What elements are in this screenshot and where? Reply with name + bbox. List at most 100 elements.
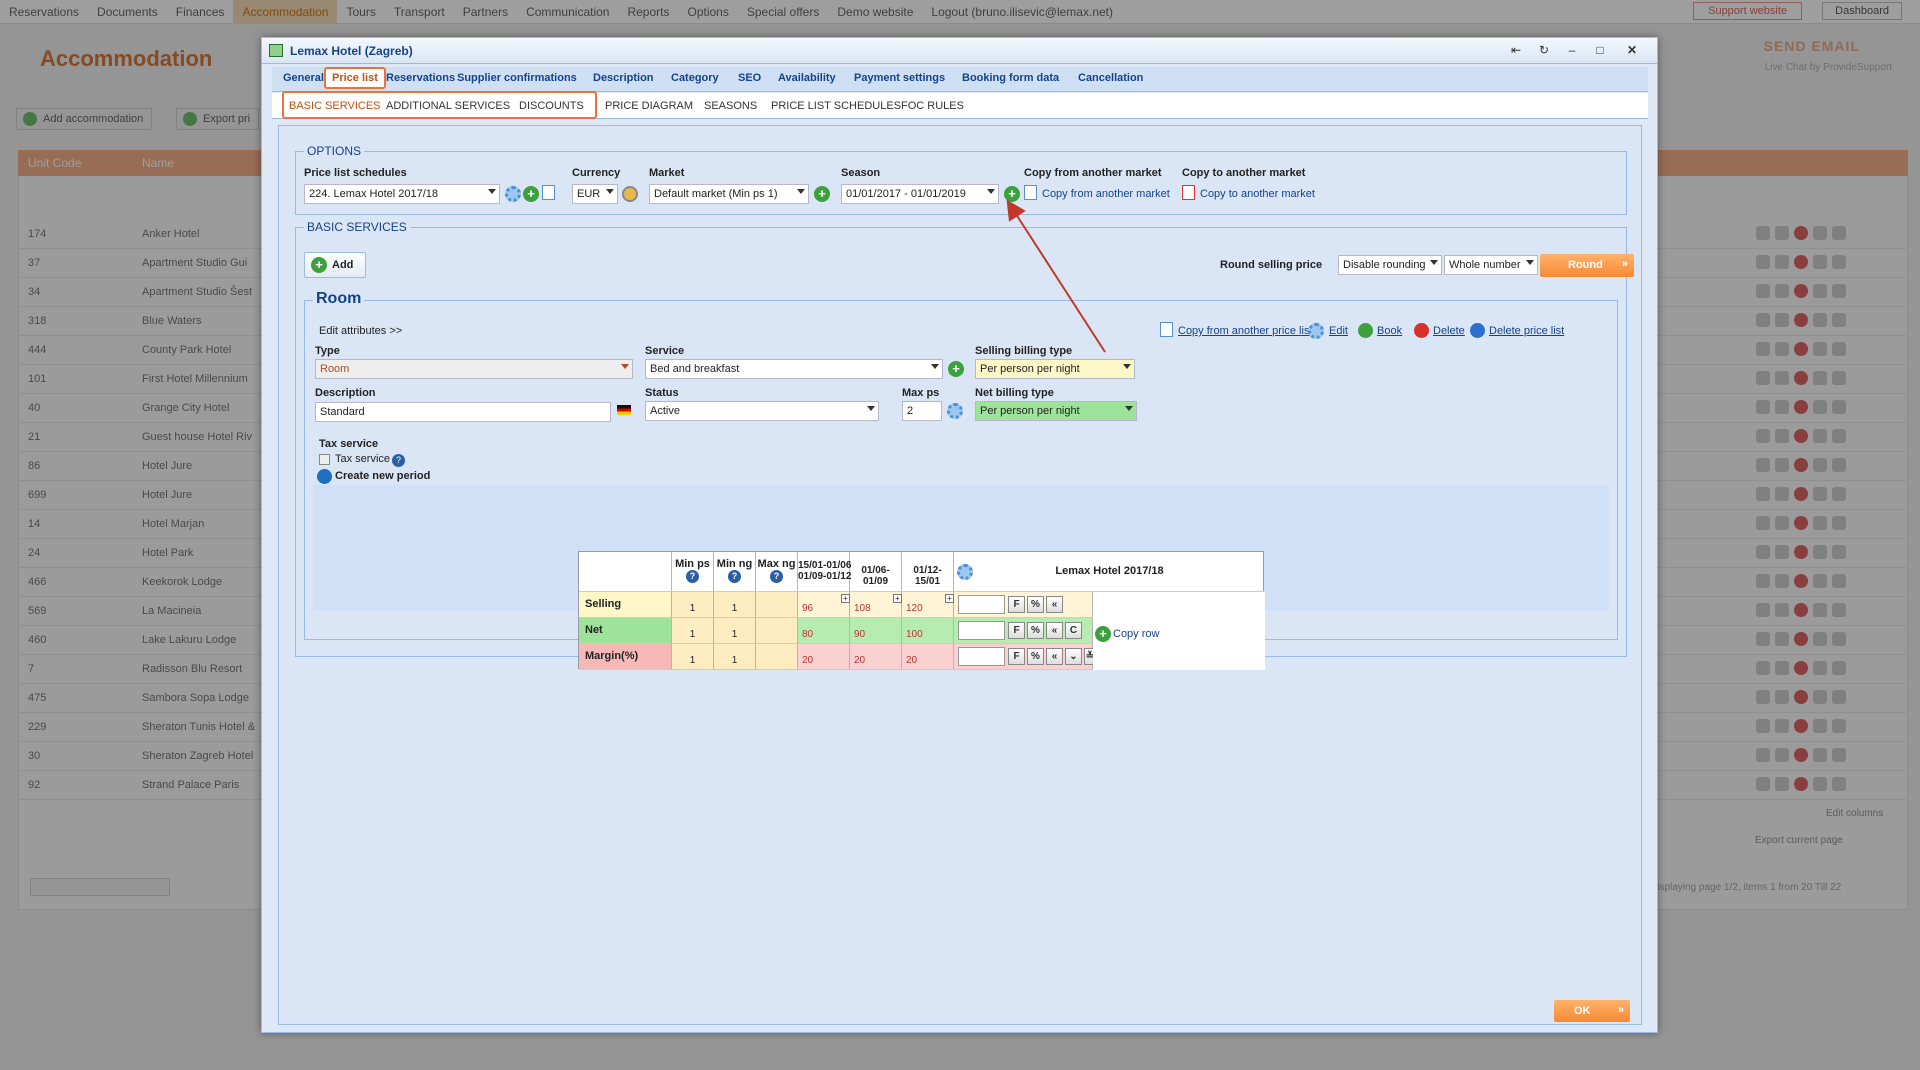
tab-availability[interactable]: Availability	[778, 72, 836, 84]
edit-attributes-link[interactable]: Edit attributes >>	[319, 325, 402, 337]
service-select[interactable]: Bed and breakfast	[645, 359, 943, 379]
header-period-3: 01/12-15/01	[902, 552, 954, 592]
pin-icon[interactable]: ⇤	[1507, 41, 1525, 59]
apply-left-icon[interactable]: «	[1046, 596, 1063, 613]
grid-cell[interactable]	[756, 592, 798, 618]
german-flag-icon[interactable]	[617, 405, 631, 415]
edit-link[interactable]: Edit	[1329, 325, 1348, 337]
ok-button[interactable]: OK »	[1554, 1000, 1630, 1022]
adjust-value-input[interactable]	[958, 621, 1005, 640]
grid-cell[interactable]: 1	[714, 592, 756, 618]
grid-cell[interactable]: 1	[714, 644, 756, 670]
tab-supplier-confirmations[interactable]: Supplier confirmations	[457, 72, 577, 84]
help-icon[interactable]: ?	[728, 570, 741, 583]
create-new-period-link[interactable]: Create new period	[335, 470, 430, 482]
tab-booking-form-data[interactable]: Booking form data	[962, 72, 1059, 84]
description-input[interactable]: Standard	[315, 402, 611, 422]
fixed-button[interactable]: F	[1008, 596, 1025, 613]
percent-button[interactable]: %	[1027, 648, 1044, 665]
minimize-icon[interactable]: –	[1563, 41, 1581, 59]
description-value: Standard	[320, 406, 365, 418]
type-select[interactable]: Room	[315, 359, 633, 379]
tab-price-list[interactable]: Price list	[324, 67, 386, 89]
add-service-button[interactable]: + Add	[304, 252, 366, 278]
help-icon[interactable]: ?	[392, 454, 405, 467]
tax-service-checkbox[interactable]	[319, 454, 330, 465]
grid-cell[interactable]: 1	[672, 618, 714, 644]
rounding-select[interactable]: Disable rounding	[1338, 255, 1442, 275]
add-schedule-icon[interactable]: +	[523, 186, 539, 202]
refresh-icon[interactable]: ↻	[1535, 41, 1553, 59]
subtab-discounts[interactable]: DISCOUNTS	[519, 100, 584, 112]
settings-gear-icon[interactable]	[505, 186, 521, 202]
grid-cell[interactable]: 1	[672, 644, 714, 670]
fixed-button[interactable]: F	[1008, 648, 1025, 665]
percent-button[interactable]: %	[1027, 596, 1044, 613]
help-icon[interactable]: ?	[770, 570, 783, 583]
percent-button[interactable]: %	[1027, 622, 1044, 639]
tab-category[interactable]: Category	[671, 72, 719, 84]
grid-cell[interactable]	[756, 644, 798, 670]
grid-settings-gear-icon[interactable]	[957, 564, 973, 580]
adjust-value-input[interactable]	[958, 647, 1005, 666]
subtab-foc-rules[interactable]: FOC RULES	[901, 100, 964, 112]
copy-price-list-link[interactable]: Copy from another price list	[1178, 325, 1313, 337]
tab-cancellation[interactable]: Cancellation	[1078, 72, 1143, 84]
subtab-seasons[interactable]: SEASONS	[704, 100, 757, 112]
grid-cell[interactable]: 90	[850, 618, 902, 644]
tab-general[interactable]: General	[283, 72, 324, 84]
grid-cell[interactable]: 20	[850, 644, 902, 670]
status-select[interactable]: Active	[645, 401, 879, 421]
delete-price-list-link[interactable]: Delete price list	[1489, 325, 1564, 337]
grid-cell[interactable]	[756, 618, 798, 644]
chevron-down-icon	[1526, 260, 1534, 265]
grid-cell[interactable]: 1	[672, 592, 714, 618]
book-link[interactable]: Book	[1377, 325, 1402, 337]
season-select[interactable]: 01/01/2017 - 01/01/2019	[841, 184, 999, 204]
close-icon[interactable]: ✕	[1623, 41, 1641, 59]
chevron-down-icon[interactable]: ⌄	[1065, 648, 1082, 665]
apply-left-icon[interactable]: «	[1046, 622, 1063, 639]
grid-cell[interactable]: 1	[714, 618, 756, 644]
copy-to-market-link[interactable]: Copy to another market	[1200, 188, 1315, 200]
subtab-price-list-schedules[interactable]: PRICE LIST SCHEDULES	[771, 100, 901, 112]
currency-exchange-icon[interactable]	[622, 186, 638, 202]
add-season-icon[interactable]: +	[1004, 186, 1020, 202]
add-service-type-icon[interactable]: +	[948, 361, 964, 377]
schedules-select[interactable]: 224. Lemax Hotel 2017/18	[304, 184, 500, 204]
market-select[interactable]: Default market (Min ps 1)	[649, 184, 809, 204]
subtab-price-diagram[interactable]: PRICE DIAGRAM	[605, 100, 693, 112]
expand-icon[interactable]: +	[841, 594, 850, 603]
help-icon[interactable]: ?	[686, 570, 699, 583]
subtab-basic-services[interactable]: BASIC SERVICES	[289, 100, 381, 112]
currency-select[interactable]: EUR	[572, 184, 618, 204]
round-button[interactable]: Round »	[1540, 254, 1634, 277]
selling-billing-type-select[interactable]: Per person per night	[975, 359, 1135, 379]
expand-icon[interactable]: +	[945, 594, 954, 603]
number-format-select[interactable]: Whole number	[1444, 255, 1538, 275]
maximize-icon[interactable]: □	[1591, 41, 1609, 59]
copy-from-market-link[interactable]: Copy from another market	[1042, 188, 1170, 200]
grid-cell[interactable]: 20	[798, 644, 850, 670]
tab-reservations[interactable]: Reservations	[386, 72, 455, 84]
max-ps-gear-icon[interactable]	[947, 403, 963, 419]
tab-description[interactable]: Description	[593, 72, 654, 84]
tab-seo[interactable]: SEO	[738, 72, 761, 84]
grid-cell[interactable]: 20	[902, 644, 954, 670]
adjust-value-input[interactable]	[958, 595, 1005, 614]
edit-schedule-icon[interactable]	[542, 185, 555, 200]
header-min-ng: Min ng?	[714, 552, 756, 592]
add-market-icon[interactable]: +	[814, 186, 830, 202]
fixed-button[interactable]: F	[1008, 622, 1025, 639]
net-billing-type-select[interactable]: Per person per night	[975, 401, 1137, 421]
grid-cell[interactable]: 100	[902, 618, 954, 644]
copy-row-link[interactable]: Copy row	[1113, 628, 1159, 640]
tab-payment-settings[interactable]: Payment settings	[854, 72, 945, 84]
subtab-additional-services[interactable]: ADDITIONAL SERVICES	[386, 100, 510, 112]
grid-cell[interactable]: 80	[798, 618, 850, 644]
delete-link[interactable]: Delete	[1433, 325, 1465, 337]
apply-left-icon[interactable]: «	[1046, 648, 1063, 665]
max-ps-input[interactable]: 2	[902, 401, 942, 421]
expand-icon[interactable]: +	[893, 594, 902, 603]
calculate-button[interactable]: C	[1065, 622, 1082, 639]
